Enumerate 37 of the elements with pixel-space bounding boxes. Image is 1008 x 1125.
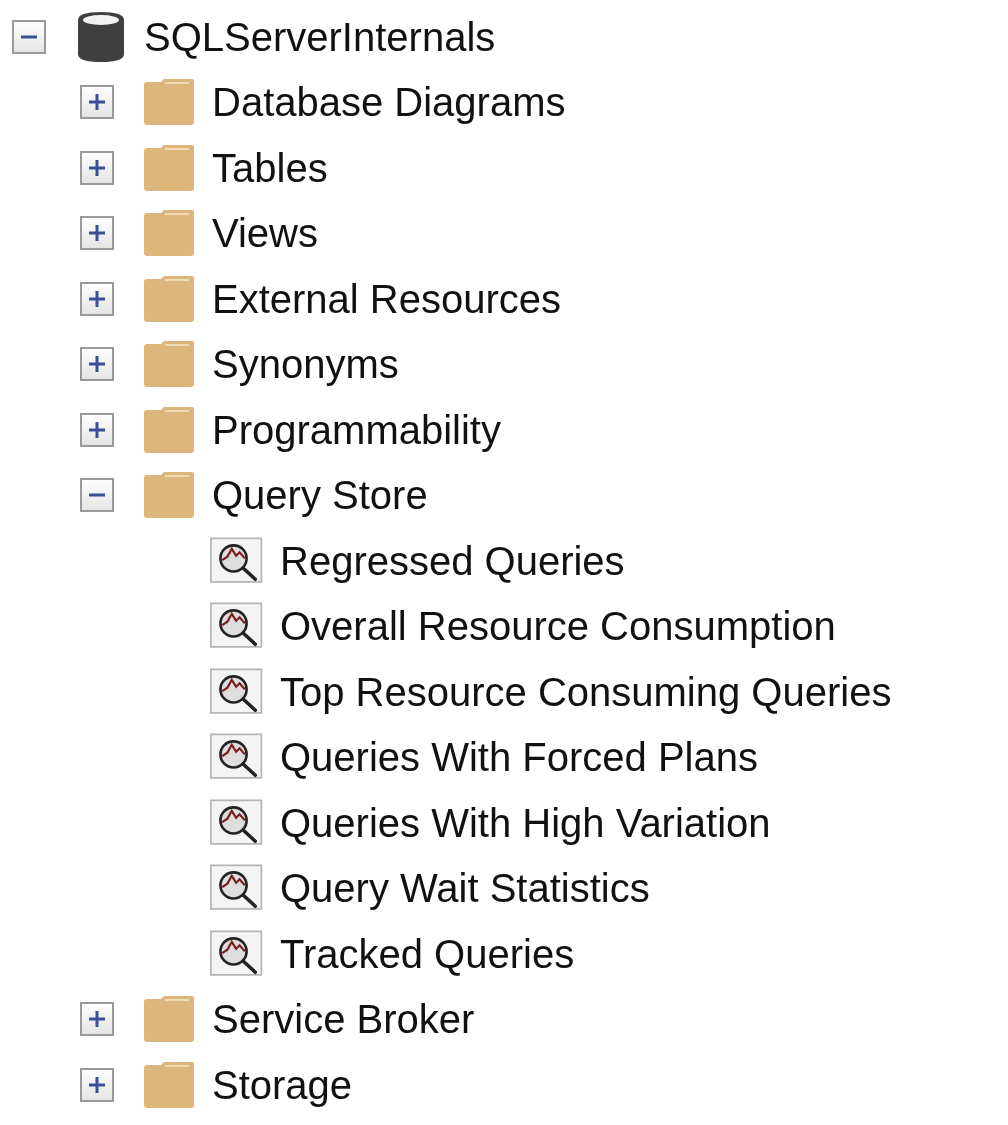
- expand-icon[interactable]: [80, 85, 114, 120]
- folder-icon: [143, 275, 195, 322]
- folder-icon: [143, 1061, 195, 1108]
- expand-icon[interactable]: [80, 1067, 114, 1102]
- tree-item-label[interactable]: Top Resource Consuming Queries: [280, 667, 892, 716]
- expand-icon[interactable]: [80, 1002, 114, 1037]
- tree-item-label[interactable]: Queries With Forced Plans: [280, 733, 758, 782]
- expand-icon[interactable]: [80, 281, 114, 316]
- collapse-icon[interactable]: [12, 19, 46, 54]
- tree-item-label[interactable]: Views: [212, 209, 318, 258]
- folder-icon: [143, 472, 195, 519]
- folder-icon: [143, 341, 195, 388]
- folder-icon: [143, 79, 195, 126]
- folder-icon: [143, 996, 195, 1043]
- folder-icon: [143, 144, 195, 191]
- tree-item-label[interactable]: Queries With High Variation: [280, 798, 771, 847]
- tree-item-label[interactable]: Regressed Queries: [280, 536, 625, 585]
- tree-item-label[interactable]: External Resources: [212, 274, 562, 323]
- tree-item-label[interactable]: Synonyms: [212, 340, 399, 389]
- tree-item-label[interactable]: Tracked Queries: [280, 929, 575, 978]
- tree-item-label[interactable]: Query Store: [212, 471, 428, 520]
- tree-item-label[interactable]: Programmability: [212, 405, 501, 454]
- tree-item-label[interactable]: Storage: [212, 1060, 353, 1109]
- collapse-icon[interactable]: [80, 478, 114, 513]
- folder-icon: [143, 210, 195, 257]
- tree-item-label[interactable]: Database Diagrams: [212, 78, 566, 127]
- expand-icon[interactable]: [80, 347, 114, 382]
- folder-icon: [143, 406, 195, 453]
- expand-icon[interactable]: [80, 412, 114, 447]
- tree-item-label[interactable]: Service Broker: [212, 995, 475, 1044]
- expand-icon[interactable]: [80, 216, 114, 251]
- expand-icon[interactable]: [80, 150, 114, 185]
- tree-item-label[interactable]: SQLServerInternals: [144, 12, 496, 61]
- tree-item-label[interactable]: Tables: [212, 143, 328, 192]
- database-icon: [76, 9, 126, 64]
- tree-item-label[interactable]: Overall Resource Consumption: [280, 602, 836, 651]
- tree-item-label[interactable]: Query Wait Statistics: [280, 864, 650, 913]
